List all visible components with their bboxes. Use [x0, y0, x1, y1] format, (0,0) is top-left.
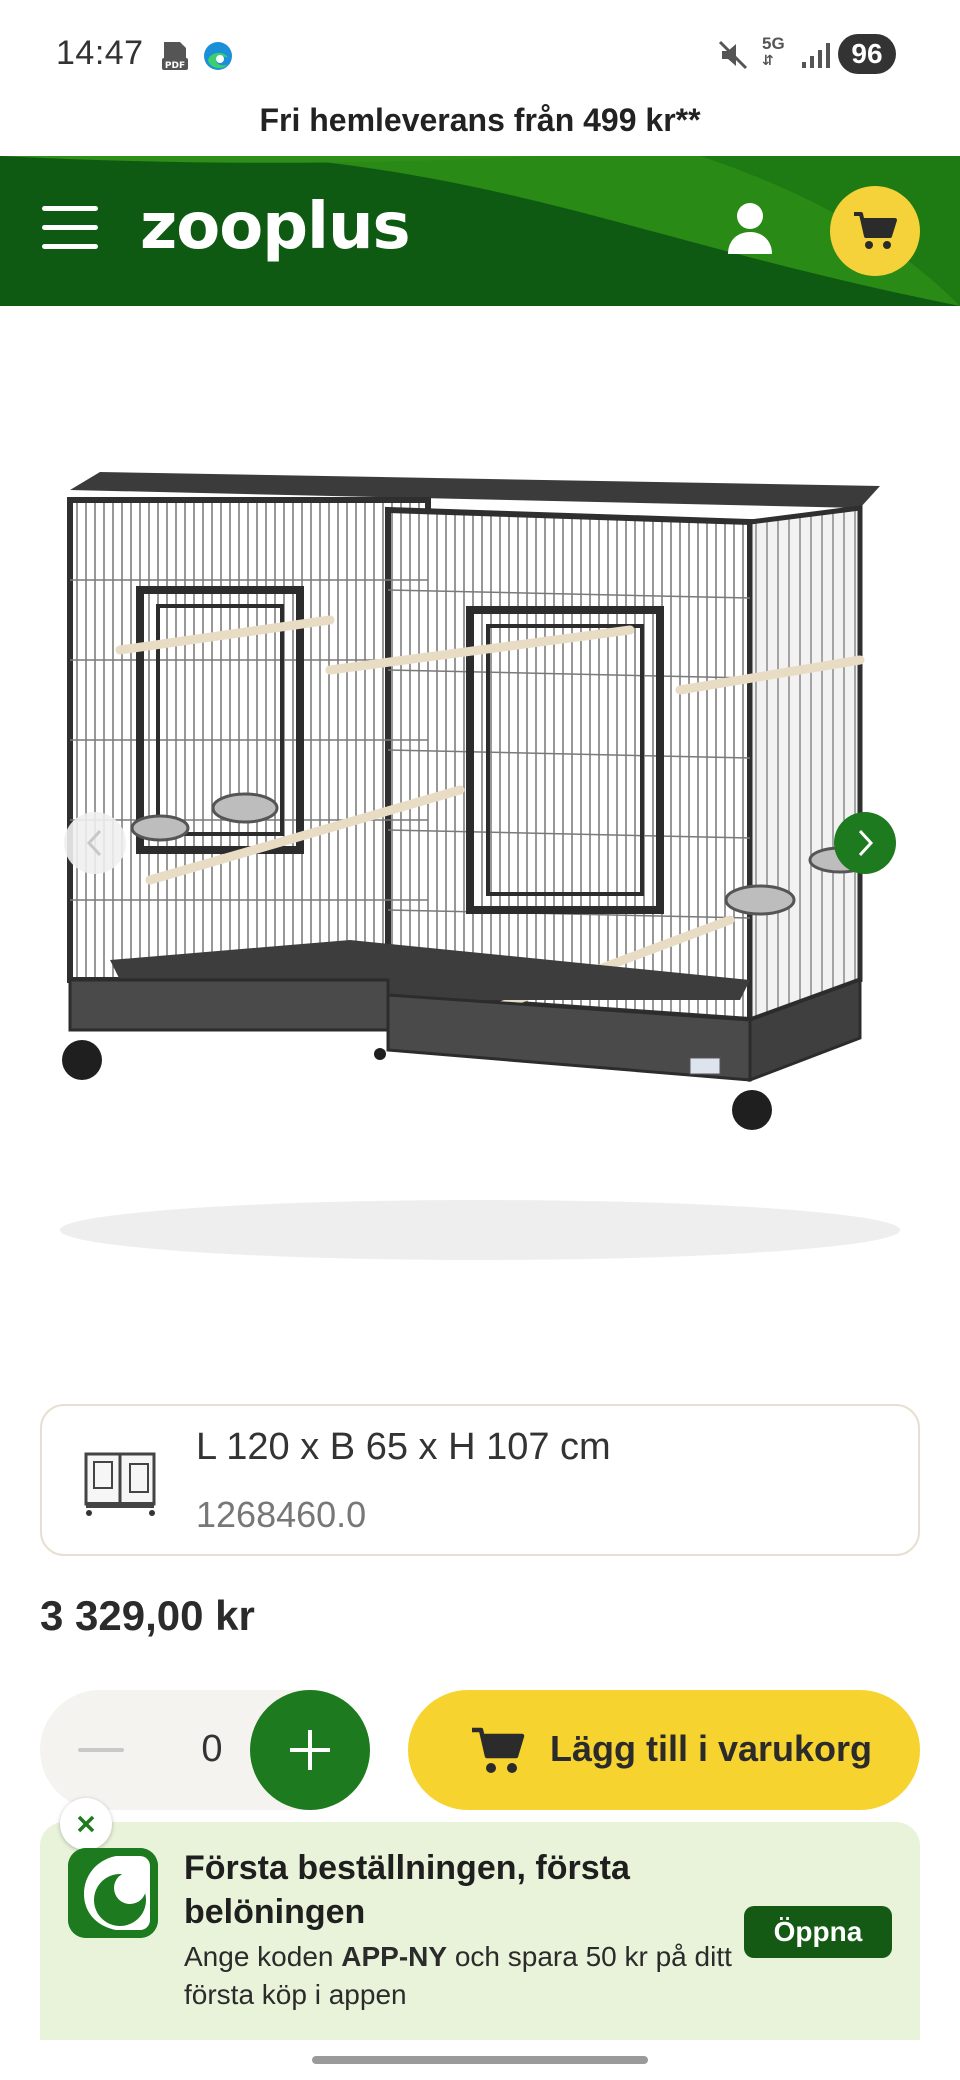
- free-delivery-banner: Fri hemleverans från 499 kr**: [259, 102, 701, 138]
- shopping-cart-icon: [854, 212, 897, 249]
- variant-dimensions: L 120 x B 65 x H 107 cm: [196, 1426, 611, 1468]
- promo-code: APP-NY: [341, 1941, 448, 1972]
- mute-icon: [718, 40, 748, 70]
- zooplus-app-icon: [68, 1848, 158, 1938]
- user-account-icon[interactable]: [724, 200, 776, 256]
- zooplus-logo[interactable]: zooplus: [140, 190, 411, 264]
- carousel-previous-button[interactable]: [64, 812, 126, 874]
- banner-close-button[interactable]: [60, 1798, 112, 1850]
- variant-selector[interactable]: L 120 x B 65 x H 107 cm 1268460.0: [40, 1404, 920, 1556]
- status-bar: 14:47 PDF 5G ⇵ 96: [0, 0, 960, 108]
- chevron-right-icon: [858, 829, 874, 857]
- variant-thumbnail: [84, 1452, 156, 1516]
- banner-body: Ange koden APP-NY och spara 50 kr på dit…: [184, 1941, 732, 2010]
- quantity-increase-button[interactable]: [250, 1690, 370, 1810]
- hamburger-menu-icon[interactable]: [42, 206, 98, 254]
- status-time: 14:47: [56, 34, 144, 72]
- quantity-decrease-button[interactable]: [78, 1748, 124, 1752]
- svg-text:PDF: PDF: [165, 61, 185, 71]
- signal-strength-icon: [802, 43, 830, 68]
- add-to-cart-button[interactable]: Lägg till i varukorg: [408, 1690, 920, 1810]
- site-header: zooplus: [0, 156, 960, 306]
- open-app-button[interactable]: Öppna: [744, 1906, 892, 1958]
- quantity-value[interactable]: 0: [192, 1728, 232, 1771]
- network-type-indicator: 5G ⇵: [762, 34, 785, 68]
- edge-browser-icon: [204, 42, 232, 70]
- cart-button[interactable]: [830, 186, 920, 276]
- product-price: 3 329,00 kr: [40, 1592, 255, 1639]
- shopping-cart-icon: [472, 1727, 525, 1773]
- banner-title: Första beställningen, första belöningen: [184, 1849, 630, 1931]
- close-icon: [77, 1815, 95, 1833]
- add-to-cart-label: Lägg till i varukorg: [550, 1728, 873, 1769]
- variant-sku: 1268460.0: [196, 1494, 367, 1535]
- battery-level: 96: [838, 34, 896, 74]
- home-indicator[interactable]: [312, 2056, 648, 2064]
- product-image-bird-cage: [60, 472, 900, 1260]
- plus-icon: [290, 1730, 330, 1770]
- chevron-left-icon: [86, 829, 102, 857]
- carousel-next-button[interactable]: [834, 812, 896, 874]
- pdf-notification-icon: PDF: [162, 42, 188, 71]
